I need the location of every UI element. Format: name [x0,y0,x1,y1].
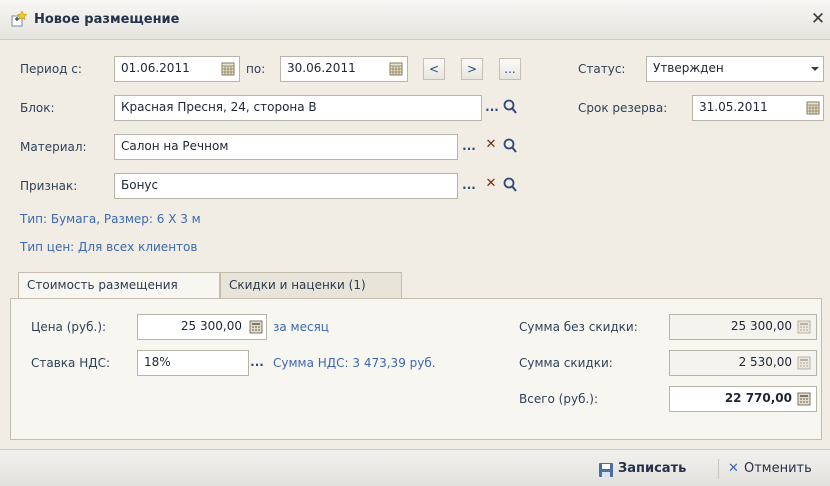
title-bar: Новое размещение ✕ [0,0,830,40]
per-month-link[interactable]: за месяц [273,320,329,334]
cost-panel: Цена (руб.): 25 300,00 за месяц Ставка Н… [10,298,822,440]
price-type-info: Тип цен: Для всех клиентов [20,240,198,254]
reserve-field[interactable]: 31.05.2011 [692,95,824,121]
discount-field: 2 530,00 [669,350,817,376]
sign-pick-button[interactable]: ... [461,177,477,195]
vat-pick-button[interactable]: ... [249,354,265,372]
sign-label: Признак: [20,179,78,193]
next-period-button[interactable]: > [461,58,483,80]
footer-divider [718,459,719,479]
total-field[interactable]: 22 770,00 [669,386,817,412]
vat-value: 18% [144,355,171,369]
total-label: Всего (руб.): [519,392,599,406]
cancel-label: Отменить [744,461,812,476]
material-pick-button[interactable]: ... [461,138,477,156]
calculator-icon[interactable] [797,392,811,406]
close-button[interactable]: ✕ [808,9,828,29]
calendar-icon[interactable] [221,62,235,76]
price-field[interactable]: 25 300,00 [137,314,267,340]
no-discount-value: 25 300,00 [730,319,792,333]
dialog-footer: Записать ✕ Отменить [0,449,830,486]
calendar-icon[interactable] [806,101,820,115]
type-info: Тип: Бумага, Размер: 6 X 3 м [20,212,201,226]
no-discount-field: 25 300,00 [669,314,817,340]
no-discount-label: Сумма без скидки: [519,320,638,334]
block-label: Блок: [20,101,55,115]
reserve-value: 31.05.2011 [699,100,768,114]
save-icon [599,463,613,477]
cancel-icon: ✕ [728,461,739,476]
status-select[interactable]: Утвержден [646,56,824,82]
discount-value: 2 530,00 [738,355,792,369]
calculator-icon [797,356,811,370]
material-value: Салон на Речном [121,139,229,153]
calculator-icon[interactable] [249,320,263,334]
tab-cost[interactable]: Стоимость размещения [18,272,220,299]
material-label: Материал: [20,140,87,154]
new-placement-icon [11,10,28,27]
sign-field[interactable]: Бонус [114,173,458,199]
search-icon[interactable] [502,98,518,116]
block-field[interactable]: Красная Пресня, 24, сторона В [114,95,482,121]
status-label: Статус: [578,62,626,76]
prev-period-button[interactable]: < [423,58,445,80]
price-value: 25 300,00 [180,319,242,333]
period-to-value: 30.06.2011 [287,61,356,75]
block-value: Красная Пресня, 24, сторона В [121,100,317,114]
period-to-label: по: [246,62,266,76]
calculator-icon [797,320,811,334]
status-value: Утвержден [653,61,724,75]
search-icon[interactable] [502,176,518,194]
chevron-down-icon[interactable] [806,57,824,81]
vat-sum-text: Сумма НДС: 3 473,39 руб. [273,356,436,370]
material-field[interactable]: Салон на Речном [114,134,458,160]
block-pick-button[interactable]: ... [484,99,500,117]
vat-label: Ставка НДС: [31,356,111,370]
search-icon[interactable] [502,137,518,155]
clear-icon[interactable]: ✕ [484,175,498,193]
period-more-button[interactable]: ... [499,58,521,80]
save-label: Записать [618,461,687,476]
dialog-window: Новое размещение ✕ Период с: 01.06.2011 … [0,0,830,486]
sign-value: Бонус [121,178,159,192]
calendar-icon[interactable] [389,62,403,76]
reserve-label: Срок резерва: [578,101,668,115]
vat-field[interactable]: 18% [137,350,249,376]
total-value: 22 770,00 [724,391,792,405]
period-from-label: Период с: [20,62,82,76]
window-title: Новое размещение [34,12,180,27]
tab-discounts[interactable]: Скидки и наценки (1) [220,272,402,298]
discount-label: Сумма скидки: [519,356,613,370]
price-label: Цена (руб.): [31,320,107,334]
clear-icon[interactable]: ✕ [484,136,498,154]
period-from-value: 01.06.2011 [121,61,190,75]
